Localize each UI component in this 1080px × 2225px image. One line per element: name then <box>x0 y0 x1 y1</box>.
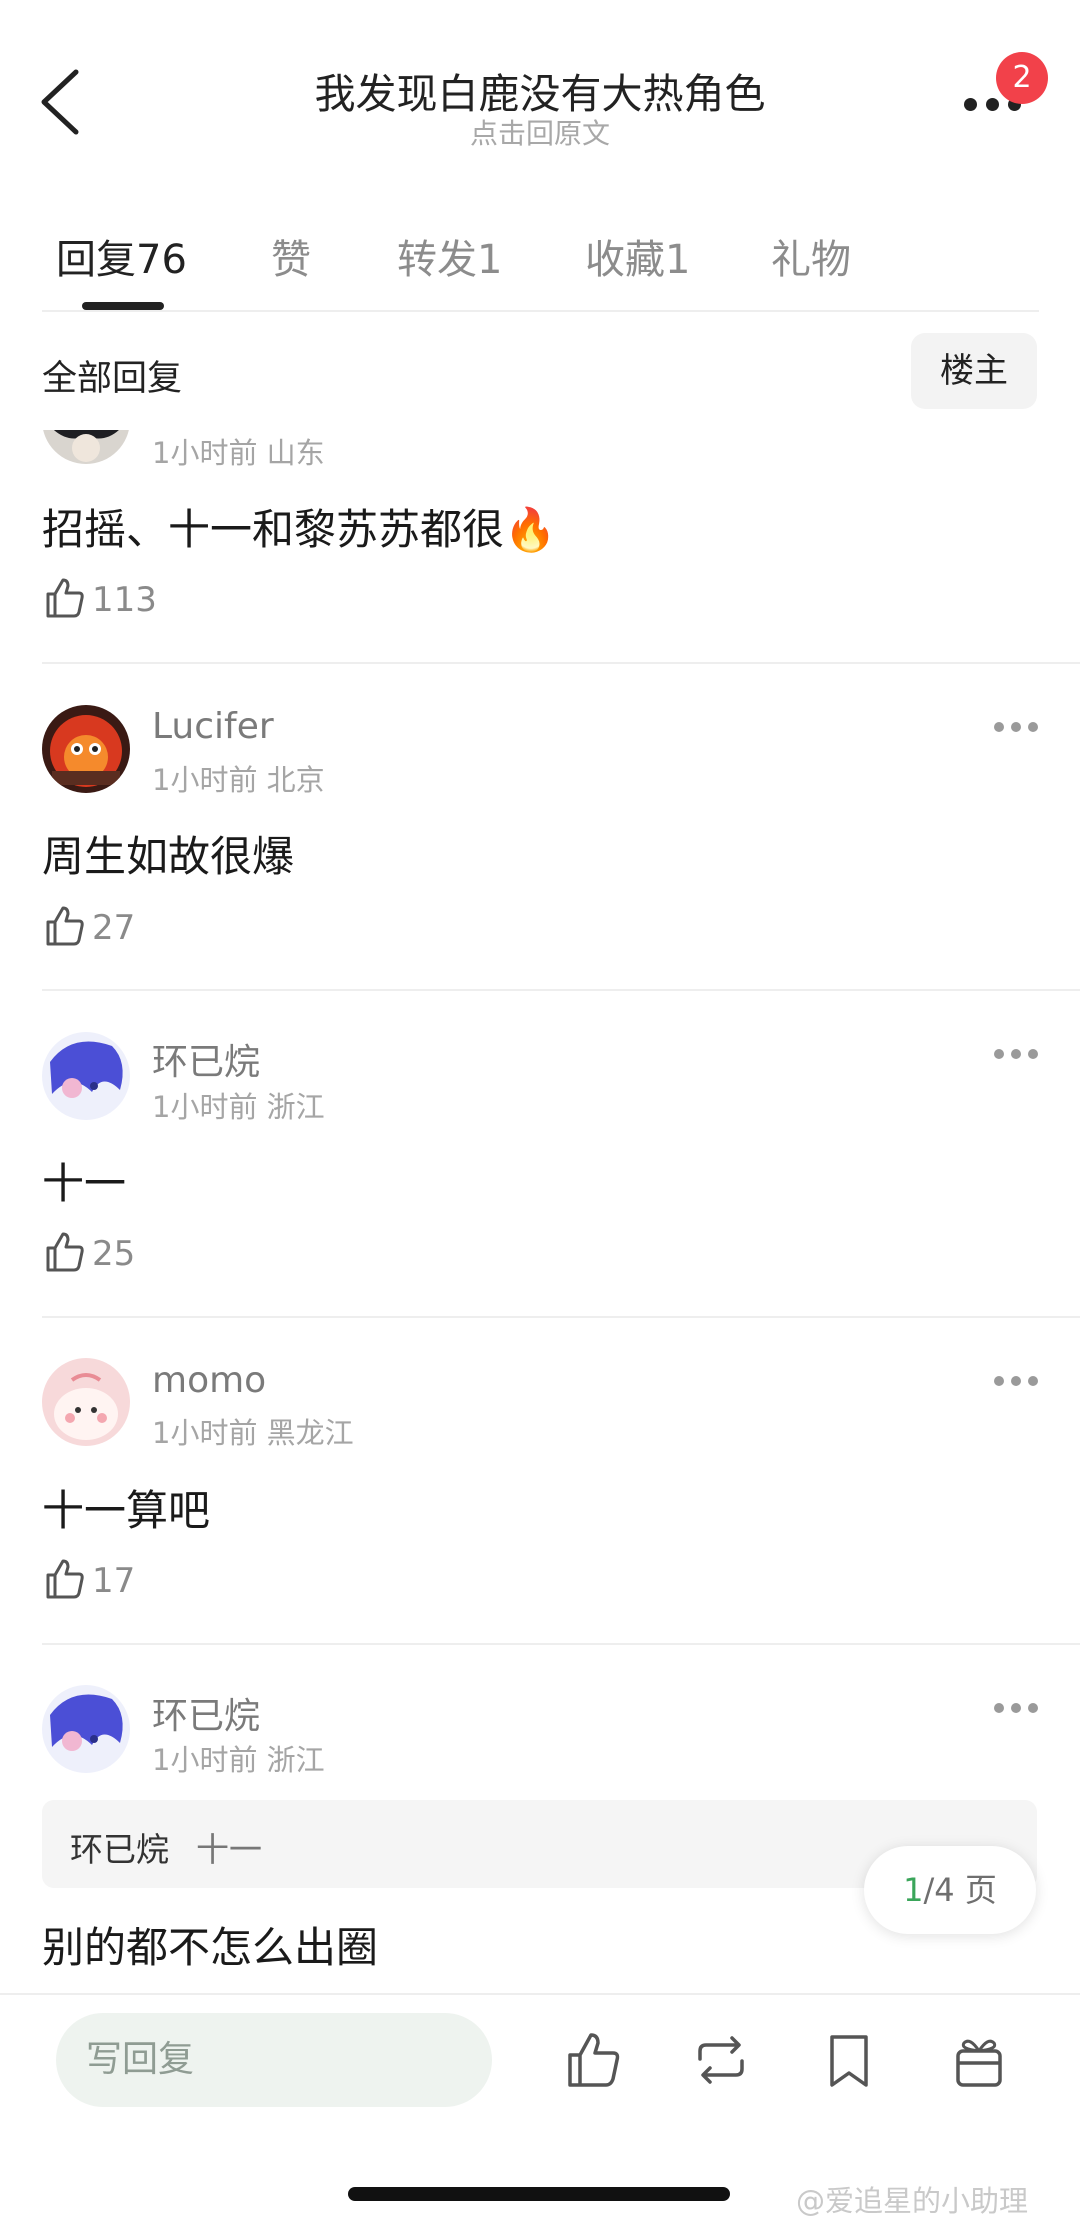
tab-gifts-label: 礼物 <box>771 237 851 283</box>
post-title[interactable]: 我发现白鹿没有大热角色 <box>150 60 930 120</box>
comment-username[interactable]: 环已烷 <box>152 1687 260 1739</box>
tab-likes[interactable]: 赞 <box>271 227 311 285</box>
comment-text: 十一算吧 <box>42 1486 211 1535</box>
back-to-original-link[interactable]: 点击回原文 <box>150 112 930 152</box>
divider <box>0 1993 1080 1995</box>
tab-favorites[interactable]: 收藏1 <box>585 227 690 285</box>
comment-meta: 1小时前 浙江 <box>152 1084 325 1126</box>
notification-badge: 2 <box>996 52 1048 104</box>
comment-meta: 1小时前 浙江 <box>152 1737 325 1779</box>
comment-more-icon[interactable] <box>994 1049 1040 1063</box>
divider <box>42 989 1080 991</box>
comment-location: 山东 <box>266 436 325 470</box>
page-indicator[interactable]: 1/4 页 <box>864 1846 1036 1934</box>
comment-time: 1小时前 <box>152 436 258 470</box>
like-count: 25 <box>92 1234 136 1274</box>
comment-more-icon[interactable] <box>994 722 1040 736</box>
bookmark-icon[interactable] <box>818 2029 880 2091</box>
tab-replies-count: 76 <box>136 237 187 283</box>
comment-more-icon[interactable] <box>994 1376 1040 1390</box>
divider <box>42 662 1080 664</box>
comment-time: 1小时前 <box>152 1416 258 1450</box>
comment-username[interactable]: momo <box>152 1360 266 1401</box>
comment-text: 十一 <box>42 1159 127 1208</box>
comment-meta: 1小时前 北京 <box>152 757 325 799</box>
watermark: @爱追星的小助理 <box>796 2184 1029 2218</box>
comment-more-icon[interactable] <box>994 1703 1040 1717</box>
avatar[interactable] <box>42 1685 130 1773</box>
thumbs-up-icon <box>46 906 84 946</box>
reply-input[interactable]: 写回复 <box>56 2013 492 2107</box>
all-replies-label[interactable]: 全部回复 <box>42 350 182 401</box>
comment-text: 招摇、十一和黎苏苏都很🔥 <box>42 505 557 554</box>
like-icon[interactable] <box>562 2029 624 2091</box>
comment-time: 1小时前 <box>152 763 258 797</box>
top-nav-bar: 我发现白鹿没有大热角色 点击回原文 2 <box>0 0 1080 150</box>
thumbs-up-icon <box>46 1559 84 1599</box>
thumbs-up-icon <box>46 1232 84 1272</box>
comment-meta: 1小时前 黑龙江 <box>152 1410 354 1452</box>
tab-favorites-count: 1 <box>665 237 691 283</box>
comment-text: 周生如故很爆 <box>42 832 295 881</box>
tab-bar: 回复76 赞 转发1 收藏1 礼物 <box>0 205 1080 311</box>
tab-reposts[interactable]: 转发1 <box>397 227 502 285</box>
back-arrow-icon[interactable] <box>34 64 90 140</box>
like-count: 17 <box>92 1561 136 1601</box>
tab-likes-label: 赞 <box>271 237 311 283</box>
divider <box>42 1316 1080 1318</box>
tab-gifts[interactable]: 礼物 <box>771 227 851 285</box>
active-tab-indicator <box>82 302 164 310</box>
comment-location: 北京 <box>266 763 325 797</box>
owner-only-button[interactable]: 楼主 <box>911 333 1037 409</box>
avatar[interactable] <box>42 1358 130 1446</box>
thumbs-up-icon <box>46 578 84 618</box>
quoted-username: 环已烷 <box>70 1830 169 1869</box>
comment-meta: 1小时前 山东 <box>152 430 325 472</box>
comment-username[interactable]: Lucifer <box>152 706 274 747</box>
divider <box>42 310 1039 312</box>
tab-favorites-label: 收藏 <box>585 237 665 283</box>
tab-reposts-count: 1 <box>477 237 503 283</box>
home-indicator[interactable] <box>348 2187 730 2201</box>
comment-time: 1小时前 <box>152 1743 258 1777</box>
comment-location: 黑龙江 <box>266 1416 354 1450</box>
tab-reposts-label: 转发 <box>397 237 477 283</box>
avatar[interactable] <box>42 705 130 793</box>
like-count: 113 <box>92 580 157 620</box>
comment-username[interactable]: 环已烷 <box>152 1033 260 1085</box>
comment-text: 别的都不怎么出圈 <box>42 1923 379 1972</box>
total-pages: /4 页 <box>923 1871 997 1909</box>
tab-replies-label: 回复 <box>56 237 136 283</box>
quoted-text: 十一 <box>196 1830 262 1869</box>
comment-location: 浙江 <box>266 1090 325 1124</box>
comment-time: 1小时前 <box>152 1090 258 1124</box>
divider <box>42 1643 1080 1645</box>
gift-icon[interactable] <box>948 2029 1010 2091</box>
comment-location: 浙江 <box>266 1743 325 1777</box>
current-page: 1 <box>903 1871 924 1909</box>
like-count: 27 <box>92 908 136 948</box>
repost-icon[interactable] <box>690 2029 752 2091</box>
tab-replies[interactable]: 回复76 <box>56 227 187 285</box>
avatar[interactable] <box>42 1032 130 1120</box>
